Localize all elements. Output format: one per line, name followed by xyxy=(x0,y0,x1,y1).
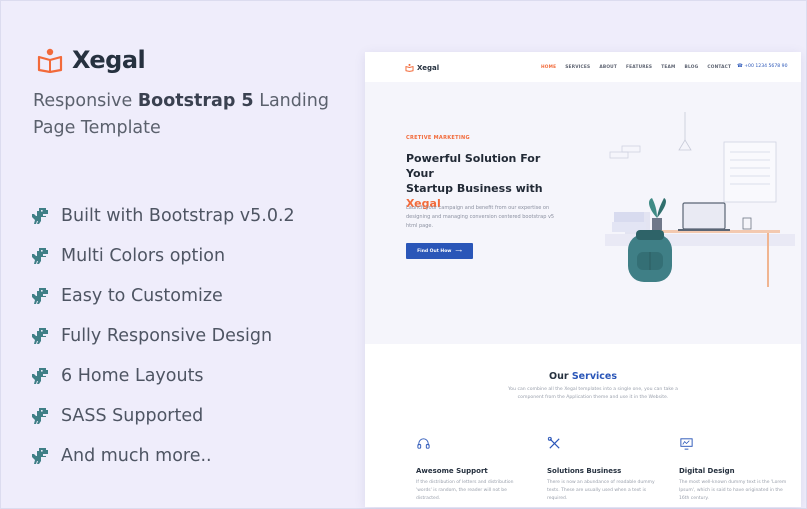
dinosaur-icon xyxy=(32,248,48,264)
nav-contact[interactable]: CONTACT xyxy=(707,65,731,70)
preview-brand[interactable]: Xegal xyxy=(405,63,439,72)
service-card: Awesome Support If the distribution of l… xyxy=(416,436,526,503)
feature-item: Multi Colors option xyxy=(31,236,295,276)
feature-label: SASS Supported xyxy=(61,406,204,426)
nav-team[interactable]: TEAM xyxy=(661,65,675,70)
preview-brand-name: Xegal xyxy=(417,63,440,72)
brand-name: Xegal xyxy=(72,46,146,74)
feature-item: 6 Home Layouts xyxy=(31,356,295,396)
button-label: Find Out How xyxy=(417,248,452,254)
nav-blog[interactable]: BLOG xyxy=(685,65,699,70)
feature-item: SASS Supported xyxy=(31,396,295,436)
services-subtitle: You can combine all the Xegal templates … xyxy=(508,387,678,400)
tagline-bold: Bootstrap 5 xyxy=(137,91,254,111)
tagline: Responsive Bootstrap 5 Landing Page Temp… xyxy=(33,88,353,142)
phone-icon: ☎ xyxy=(737,64,743,69)
services-title-pre: Our xyxy=(549,371,572,382)
feature-label: Easy to Customize xyxy=(61,286,223,306)
tools-icon xyxy=(547,436,560,449)
hero-eyebrow: CRETIVE MARKETING xyxy=(406,135,470,141)
hero-description: Launch your campaign and benefit from ou… xyxy=(406,205,555,229)
feature-item: Fully Responsive Design xyxy=(31,316,295,356)
service-card: Solutions Business There is now an abund… xyxy=(547,436,657,503)
nav-services[interactable]: SERVICES xyxy=(565,65,590,70)
service-name: Solutions Business xyxy=(547,467,622,475)
brand-logo: Xegal xyxy=(36,46,146,74)
nav-about[interactable]: ABOUT xyxy=(599,65,617,70)
services-title-accent: Services xyxy=(571,371,617,382)
open-book-icon xyxy=(405,63,414,72)
dinosaur-icon xyxy=(32,368,48,384)
feature-label: Multi Colors option xyxy=(61,246,226,266)
headset-icon xyxy=(417,438,430,449)
hero-title-line1: Powerful Solution For Your xyxy=(406,152,541,180)
template-preview: Xegal HOME SERVICES ABOUT FEATURES TEAM … xyxy=(365,52,801,507)
dinosaur-icon xyxy=(32,208,48,224)
dinosaur-icon xyxy=(32,408,48,424)
nav-home[interactable]: HOME xyxy=(541,65,556,70)
hero-title: Powerful Solution For Your Startup Busin… xyxy=(406,151,566,211)
find-out-how-button[interactable]: Find Out How ⟶ xyxy=(406,243,473,259)
service-card: Digital Design The most well-known dummy… xyxy=(679,436,789,503)
feature-item: And much more.. xyxy=(31,436,295,476)
preview-navbar: Xegal HOME SERVICES ABOUT FEATURES TEAM … xyxy=(365,52,801,82)
service-description: If the distribution of letters and distr… xyxy=(416,480,514,501)
monitor-icon xyxy=(680,438,693,450)
feature-list: Built with Bootstrap v5.0.2 Multi Colors… xyxy=(31,196,295,476)
feature-label: Fully Responsive Design xyxy=(61,326,273,346)
workspace-illustration xyxy=(605,112,795,287)
service-description: The most well-known dummy text is the 'L… xyxy=(679,480,787,501)
open-book-icon xyxy=(37,48,63,73)
phone-number: +00 1234 5678 90 xyxy=(744,64,788,69)
preview-phone[interactable]: ☎ +00 1234 5678 90 xyxy=(737,64,788,69)
service-name: Awesome Support xyxy=(416,467,488,475)
hero-title-line2: Startup Business with xyxy=(406,182,543,195)
feature-item: Built with Bootstrap v5.0.2 xyxy=(31,196,295,236)
feature-label: 6 Home Layouts xyxy=(61,366,204,386)
arrow-right-icon: ⟶ xyxy=(455,248,462,254)
feature-label: Built with Bootstrap v5.0.2 xyxy=(61,206,295,226)
dinosaur-icon xyxy=(32,328,48,344)
tagline-pre: Responsive xyxy=(33,91,138,111)
dinosaur-icon xyxy=(32,288,48,304)
preview-menu: HOME SERVICES ABOUT FEATURES TEAM BLOG C… xyxy=(541,65,731,70)
feature-label: And much more.. xyxy=(61,446,212,466)
service-name: Digital Design xyxy=(679,467,735,475)
service-description: There is now an abundance of readable du… xyxy=(547,480,655,501)
dinosaur-icon xyxy=(32,448,48,464)
feature-item: Easy to Customize xyxy=(31,276,295,316)
preview-hero: CRETIVE MARKETING Powerful Solution For … xyxy=(365,82,801,344)
nav-features[interactable]: FEATURES xyxy=(626,65,652,70)
services-title: Our Services xyxy=(365,371,801,382)
